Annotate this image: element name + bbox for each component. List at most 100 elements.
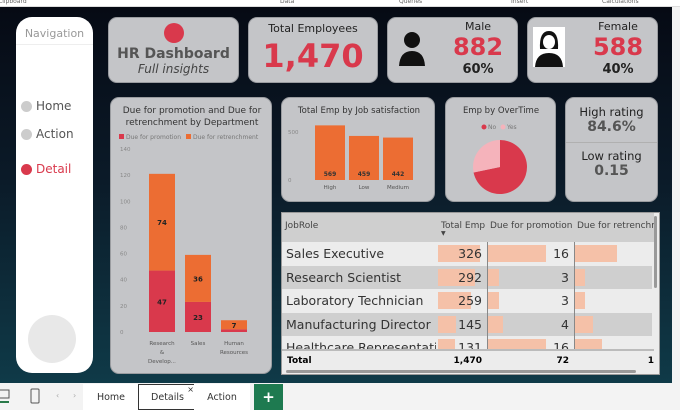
- total-label: Total: [287, 356, 312, 366]
- y-tick-label: 60: [120, 252, 127, 258]
- legend-label: Due for retrenchment: [193, 134, 259, 141]
- page-tab-action[interactable]: Action: [194, 384, 250, 410]
- male-value: 882: [452, 33, 504, 61]
- jobrole-cell: Healthcare Representative: [286, 340, 436, 349]
- data-label: 569: [324, 171, 337, 178]
- chart-title: retrenchment by Department: [126, 118, 259, 128]
- total-emp-cell: 131: [458, 340, 482, 349]
- table-row[interactable]: Manufacturing Director 145 4: [282, 312, 652, 336]
- nav-dot-icon: [21, 100, 32, 112]
- total-emp-cell: 326: [458, 246, 482, 261]
- jobrole-cell: Research Scientist: [286, 269, 401, 285]
- promotion-chart-card: Due for promotion and Due for retrenchmen…: [110, 97, 272, 374]
- female-value: 588: [592, 33, 644, 61]
- legend-swatch: [119, 134, 124, 139]
- ribbon: ClipboardDataQueriesInsertCalculationsSe…: [0, 0, 680, 7]
- page-tab-details[interactable]: Details ×: [138, 384, 197, 410]
- logo-dot-icon: [163, 23, 184, 43]
- navigation-panel: Navigation Home Action Detail: [16, 17, 93, 373]
- tab-label: Home: [96, 391, 126, 403]
- nav-item-label: Detail: [36, 162, 72, 176]
- column-header-jobrole[interactable]: JobRole: [282, 213, 438, 242]
- total-employees-card: Total Employees 1,470: [248, 17, 378, 83]
- ribbon-group-label: Insert: [511, 0, 529, 5]
- nav-item-home[interactable]: Home: [21, 99, 71, 113]
- y-tick-label: 0: [120, 330, 124, 336]
- next-page-icon[interactable]: ›: [73, 391, 76, 400]
- data-label: 36: [193, 275, 203, 283]
- column-header-retrenchment[interactable]: Due for retrenchm: [574, 213, 654, 242]
- horizontal-scrollbar[interactable]: [286, 370, 636, 373]
- chart-title: Emp by OverTime: [463, 106, 539, 116]
- x-tick-label: Resources: [220, 350, 248, 356]
- table-row[interactable]: Laboratory Technician 259 3: [282, 289, 652, 313]
- data-label: 459: [358, 171, 371, 178]
- female-card: Female 588 40%: [527, 17, 658, 83]
- total-promo-total: 72: [556, 356, 569, 366]
- column-header-promotion[interactable]: Due for promotion: [487, 213, 574, 242]
- male-percent: 60%: [462, 62, 494, 77]
- jobrole-table: JobRole Total Emp ▼ Due for promotion Due…: [281, 212, 660, 375]
- legend-label: No: [488, 124, 496, 131]
- nav-circle-button[interactable]: [28, 315, 76, 363]
- ribbon-group-label: Queries: [399, 0, 423, 5]
- legend-swatch: [500, 124, 506, 130]
- pie-slice-yes[interactable]: [473, 140, 500, 173]
- retrenchment-databar: [575, 268, 586, 286]
- mobile-view-icon[interactable]: [30, 388, 40, 404]
- total-emp-cell: 145: [458, 316, 482, 332]
- column-header-label: Total Emp: [441, 221, 486, 231]
- jobrole-cell: Laboratory Technician: [286, 293, 424, 308]
- dashboard-subtitle: Full insights: [137, 62, 210, 76]
- ribbon-group-label: Calculations: [602, 0, 639, 5]
- title-card: HR Dashboard Full insights: [108, 17, 239, 83]
- add-page-button[interactable]: +: [254, 384, 283, 410]
- tab-label: Details: [151, 391, 184, 403]
- total-retrench-total: 1: [647, 356, 654, 366]
- jobrole-cell: Sales Executive: [286, 246, 385, 261]
- legend-label: Yes: [506, 124, 517, 131]
- low-rating-value: 0.15: [594, 163, 629, 179]
- y-tick-label: 100: [120, 199, 131, 205]
- x-tick-label: Medium: [387, 185, 409, 191]
- high-rating-label: High rating: [579, 105, 644, 119]
- nav-dot-icon: [21, 163, 32, 175]
- nav-item-label: Action: [36, 127, 74, 141]
- promotion-chart: Due for promotion and Due for retrenchmen…: [119, 106, 262, 365]
- total-emp-total: 1,470: [453, 356, 482, 366]
- male-label: Male: [464, 20, 492, 33]
- y-tick-label: 120: [120, 173, 131, 179]
- data-label: 47: [157, 298, 167, 306]
- promotion-cell: 3: [561, 269, 569, 285]
- total-emp-cell: 259: [458, 293, 482, 308]
- table-row[interactable]: Sales Executive 326 16: [282, 242, 652, 266]
- x-tick-label: &: [160, 350, 165, 356]
- data-label: 74: [157, 219, 167, 227]
- total-employees-value: 1,470: [262, 37, 364, 75]
- prev-page-icon[interactable]: ‹: [56, 391, 59, 400]
- y-tick-label: 20: [120, 304, 127, 310]
- desktop-view-icon[interactable]: [0, 389, 11, 403]
- table-row[interactable]: Research Scientist 292 3: [282, 265, 652, 289]
- y-tick-label: 80: [120, 225, 127, 231]
- column-header-total-emp[interactable]: Total Emp ▼: [438, 213, 487, 242]
- nav-item-action[interactable]: Action: [21, 127, 74, 141]
- table-row[interactable]: Healthcare Representative 131 16: [282, 336, 652, 349]
- high-rating-value: 84.6%: [587, 119, 636, 135]
- overtime-pie-chart: Emp by OverTime No Yes: [463, 106, 539, 194]
- data-label: 442: [392, 171, 405, 178]
- legend-swatch: [186, 134, 191, 139]
- low-rating-label: Low rating: [581, 149, 642, 163]
- close-tab-icon[interactable]: ×: [187, 385, 194, 394]
- total-employees-label: Total Employees: [268, 22, 358, 35]
- jobrole-cell: Manufacturing Director: [286, 316, 431, 332]
- female-avatar-icon: [533, 27, 565, 67]
- x-tick-label: High: [324, 185, 337, 191]
- promotion-cell: 16: [553, 340, 569, 349]
- page-tab-home[interactable]: Home: [83, 384, 139, 410]
- male-card: Male 882 60%: [387, 17, 518, 83]
- promotion-cell: 3: [561, 293, 569, 308]
- vertical-scrollbar[interactable]: [654, 216, 657, 288]
- nav-item-detail[interactable]: Detail: [21, 162, 71, 176]
- total-emp-cell: 292: [458, 269, 482, 285]
